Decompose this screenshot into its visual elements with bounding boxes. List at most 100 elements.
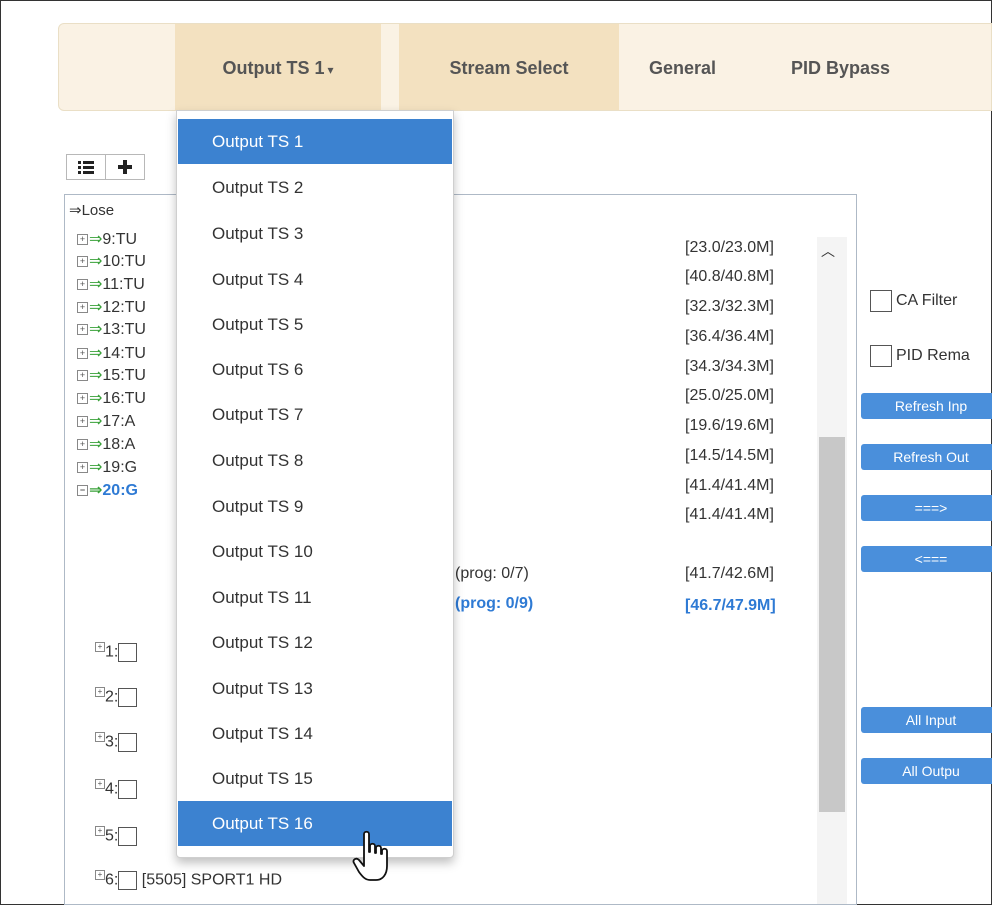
tree-row[interactable]: + ⇒9:TU [77, 229, 137, 249]
bitrate-label: [46.7/47.9M] [685, 597, 776, 614]
arrow-icon: ⇒ [89, 413, 103, 430]
expand-icon[interactable]: + [95, 641, 105, 652]
top-navbar: Output TS 1 ▾ Stream Select General PID B… [58, 23, 992, 111]
program-item[interactable]: +6: [5505] SPORT1 HD [95, 869, 282, 890]
arrow-icon: ⇒ [89, 276, 103, 293]
menu-item-output-ts-15[interactable]: Output TS 15 [178, 756, 452, 801]
expand-icon[interactable]: + [95, 778, 105, 789]
tree-row-selected[interactable]: − ⇒20:G [77, 480, 138, 500]
output-ts-dropdown-toggle[interactable]: Output TS 1 ▾ [175, 24, 381, 110]
menu-item-output-ts-9[interactable]: Output TS 9 [178, 484, 452, 529]
scroll-thumb[interactable] [819, 437, 845, 812]
expand-icon[interactable]: + [77, 393, 88, 405]
tree-row[interactable]: + ⇒15:TU [77, 365, 146, 385]
pid-remap-checkbox[interactable] [870, 345, 892, 367]
expand-icon[interactable]: + [77, 439, 88, 451]
all-output-button[interactable]: All Outpu [861, 758, 992, 784]
tree-scrollbar[interactable]: ︿ [817, 237, 847, 904]
program-checkbox[interactable] [118, 871, 138, 890]
expand-icon[interactable]: + [77, 256, 88, 268]
tree-row[interactable]: + ⇒18:A [77, 434, 135, 454]
output-ts-dropdown-menu: Output TS 1 Output TS 2 Output TS 3 Outp… [176, 110, 454, 858]
program-count-label: (prog: 0/9) [455, 595, 534, 612]
refresh-output-button[interactable]: Refresh Out [861, 444, 992, 470]
expand-icon[interactable]: + [77, 324, 88, 336]
arrow-icon: ⇒ [89, 482, 103, 499]
tree-row[interactable]: + ⇒17:A [77, 411, 135, 431]
plus-icon [118, 160, 132, 174]
arrow-icon: ⇒ [89, 321, 103, 338]
menu-item-output-ts-12[interactable]: Output TS 12 [178, 620, 452, 665]
refresh-input-button[interactable]: Refresh Inp [861, 393, 992, 419]
menu-item-output-ts-2[interactable]: Output TS 2 [178, 165, 452, 210]
menu-item-output-ts-10[interactable]: Output TS 10 [178, 529, 452, 574]
menu-item-output-ts-8[interactable]: Output TS 8 [178, 438, 452, 483]
tree-row[interactable]: + ⇒10:TU [77, 251, 146, 271]
chevron-up-icon[interactable]: ︿ [821, 241, 835, 261]
program-checkbox[interactable] [118, 780, 138, 799]
tab-general[interactable]: General [649, 24, 716, 110]
expand-icon[interactable]: + [95, 825, 105, 836]
expand-icon[interactable]: + [95, 686, 105, 697]
menu-item-output-ts-11[interactable]: Output TS 11 [178, 575, 452, 620]
program-item[interactable]: +4: [95, 778, 138, 799]
expand-icon[interactable]: + [77, 302, 88, 314]
menu-item-output-ts-5[interactable]: Output TS 5 [178, 302, 452, 347]
expand-icon[interactable]: + [95, 731, 105, 742]
expand-icon[interactable]: + [77, 370, 88, 382]
tree-row[interactable]: + ⇒12:TU [77, 297, 146, 317]
all-input-button[interactable]: All Input [861, 707, 992, 733]
menu-item-output-ts-3[interactable]: Output TS 3 [178, 211, 452, 256]
arrow-icon: ⇒ [89, 390, 103, 407]
program-checkbox[interactable] [118, 688, 138, 707]
bitrate-label: [23.0/23.0M] [685, 239, 774, 256]
menu-item-output-ts-16[interactable]: Output TS 16 [178, 801, 452, 846]
arrow-icon: ⇒ [89, 459, 103, 476]
pid-remap-option[interactable]: PID Rema [870, 345, 970, 367]
expand-icon[interactable]: + [95, 869, 105, 880]
ca-filter-option[interactable]: CA Filter [870, 290, 957, 312]
expand-icon[interactable]: + [77, 234, 88, 246]
menu-item-output-ts-1[interactable]: Output TS 1 [178, 119, 452, 164]
bitrate-label: [34.3/34.3M] [685, 358, 774, 375]
bitrate-label: [41.4/41.4M] [685, 477, 774, 494]
tree-row[interactable]: + ⇒14:TU [77, 343, 146, 363]
tab-stream-select[interactable]: Stream Select [399, 24, 619, 110]
tree-row[interactable]: + ⇒19:G [77, 457, 137, 477]
tree-row[interactable]: + ⇒13:TU [77, 319, 146, 339]
program-item[interactable]: +2: [95, 686, 138, 707]
tree-legend: ⇒Lose [69, 202, 115, 219]
menu-item-output-ts-14[interactable]: Output TS 14 [178, 711, 452, 756]
program-item[interactable]: +5: [95, 825, 138, 846]
move-right-button[interactable]: ===> [861, 495, 992, 521]
hand-cursor-icon [352, 830, 388, 881]
arrow-icon: ⇒ [89, 345, 103, 362]
tree-toolbar [66, 154, 145, 182]
expand-icon[interactable]: + [77, 416, 88, 428]
menu-item-output-ts-13[interactable]: Output TS 13 [178, 666, 452, 711]
tab-pid-bypass[interactable]: PID Bypass [791, 24, 890, 110]
arrow-icon: ⇒ [89, 231, 103, 248]
list-view-button[interactable] [66, 154, 106, 180]
bitrate-label: [19.6/19.6M] [685, 417, 774, 434]
program-checkbox[interactable] [118, 827, 138, 846]
menu-item-output-ts-7[interactable]: Output TS 7 [178, 392, 452, 437]
program-item[interactable]: +3: [95, 731, 138, 752]
menu-item-output-ts-4[interactable]: Output TS 4 [178, 257, 452, 302]
collapse-icon[interactable]: − [77, 485, 88, 497]
expand-icon[interactable]: + [77, 279, 88, 291]
bitrate-label: [41.4/41.4M] [685, 506, 774, 523]
bitrate-label: [40.8/40.8M] [685, 268, 774, 285]
arrow-icon: ⇒ [89, 436, 103, 453]
expand-icon[interactable]: + [77, 462, 88, 474]
tree-row[interactable]: + ⇒16:TU [77, 388, 146, 408]
add-button[interactable] [105, 154, 145, 180]
list-icon [78, 161, 94, 174]
program-checkbox[interactable] [118, 643, 138, 662]
move-left-button[interactable]: <=== [861, 546, 992, 572]
menu-item-output-ts-6[interactable]: Output TS 6 [178, 347, 452, 392]
program-checkbox[interactable] [118, 733, 138, 752]
expand-icon[interactable]: + [77, 348, 88, 360]
ca-filter-checkbox[interactable] [870, 290, 892, 312]
tree-row[interactable]: + ⇒11:TU [77, 274, 145, 294]
